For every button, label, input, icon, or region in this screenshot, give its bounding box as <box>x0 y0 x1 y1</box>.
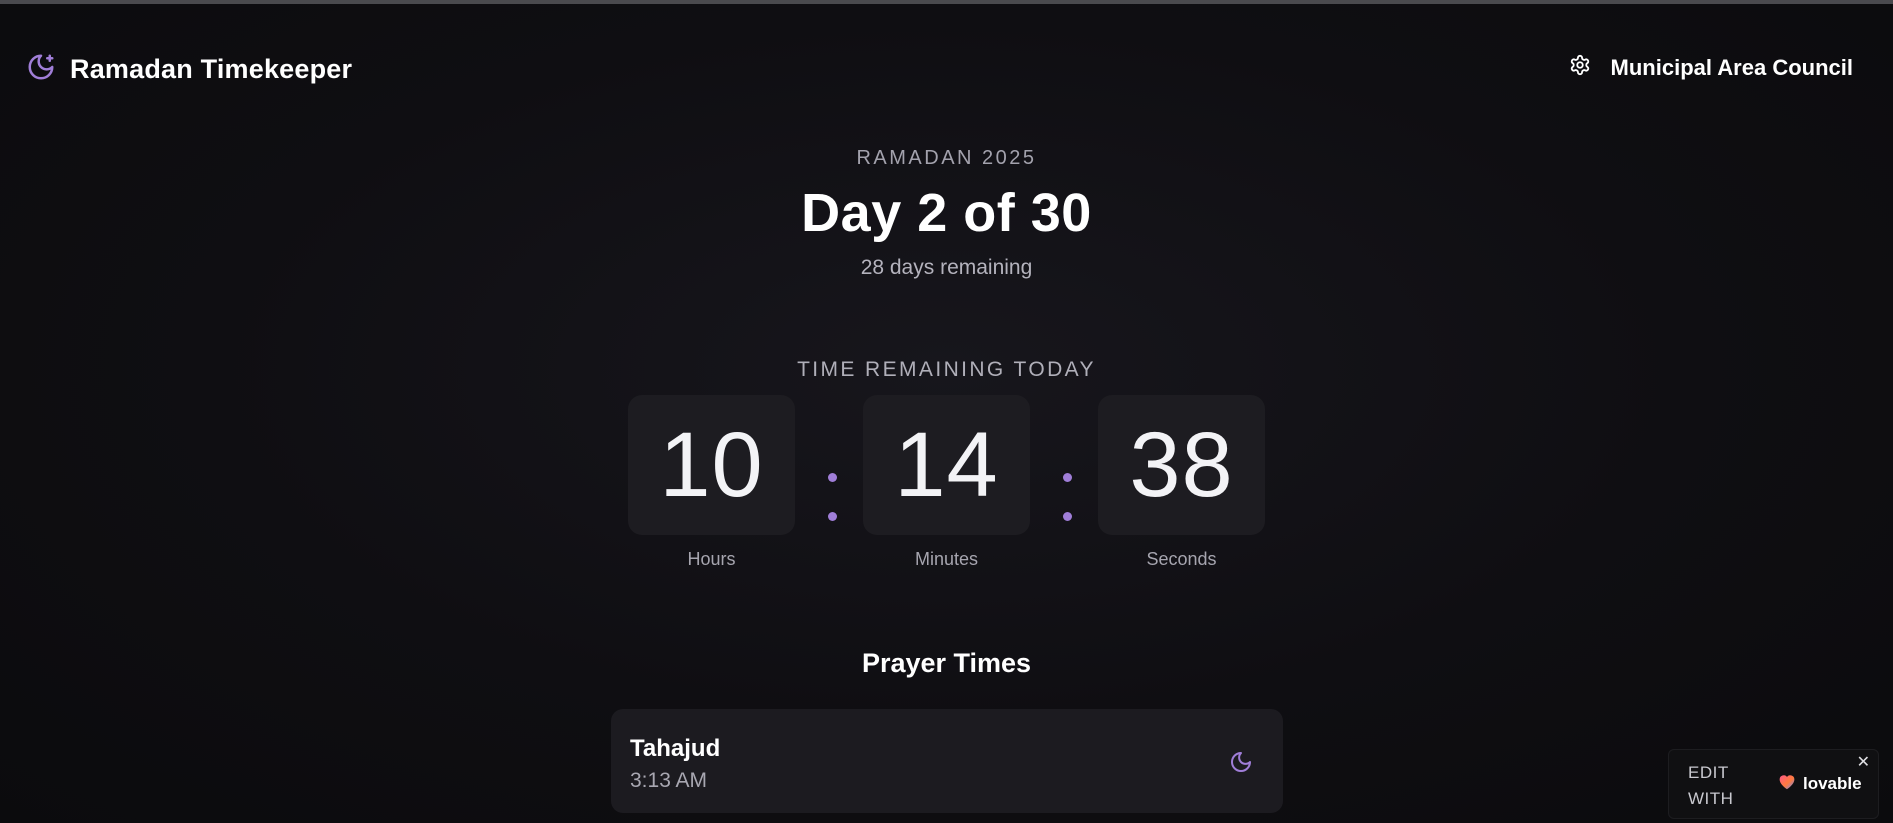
prayer-times-heading: Prayer Times <box>861 648 1032 678</box>
hours-unit: 10 Hours <box>628 395 795 570</box>
seconds-label: Seconds <box>1146 549 1217 569</box>
edit-with-lovable-badge[interactable]: EDIT WITH lovable ✕ <box>1668 749 1879 819</box>
seconds-value: 38 <box>1098 395 1265 535</box>
minutes-value: 14 <box>863 395 1030 535</box>
countdown-timer: 10 Hours 14 Minutes 38 Seconds <box>628 395 1265 575</box>
ramadan-year-label: RAMADAN 2025 <box>856 147 1037 169</box>
minutes-label: Minutes <box>914 549 979 569</box>
app-title: Ramadan Timekeeper <box>70 54 353 84</box>
prayer-card-tahajud[interactable]: Tahajud 3:13 AM <box>611 709 1283 813</box>
minutes-unit: 14 Minutes <box>863 395 1030 570</box>
prayer-name: Tahajud <box>630 735 721 762</box>
time-separator <box>1063 473 1073 551</box>
location-settings-button[interactable]: Municipal Area Council <box>1569 54 1853 81</box>
days-remaining-text: 28 days remaining <box>860 256 1033 279</box>
day-counter-title: Day 2 of 30 <box>801 183 1092 243</box>
lovable-logo-text: lovable <box>1803 773 1862 793</box>
location-label: Municipal Area Council <box>1610 54 1853 80</box>
prayer-time: 3:13 AM <box>630 769 708 792</box>
moon-star-icon <box>26 52 56 87</box>
seconds-unit: 38 Seconds <box>1098 395 1265 570</box>
app-brand[interactable]: Ramadan Timekeeper <box>26 52 352 87</box>
hours-label: Hours <box>687 549 736 569</box>
lovable-logo: lovable <box>1777 772 1862 795</box>
moon-icon <box>1229 750 1253 779</box>
time-separator <box>828 473 838 551</box>
close-icon[interactable]: ✕ <box>1857 752 1870 772</box>
window-top-border <box>0 0 1893 4</box>
countdown-label: TIME REMAINING TODAY <box>797 358 1096 381</box>
hours-value: 10 <box>628 395 795 535</box>
gear-icon <box>1569 54 1591 81</box>
heart-icon <box>1777 772 1797 795</box>
badge-edit-text: EDIT WITH <box>1688 763 1734 808</box>
